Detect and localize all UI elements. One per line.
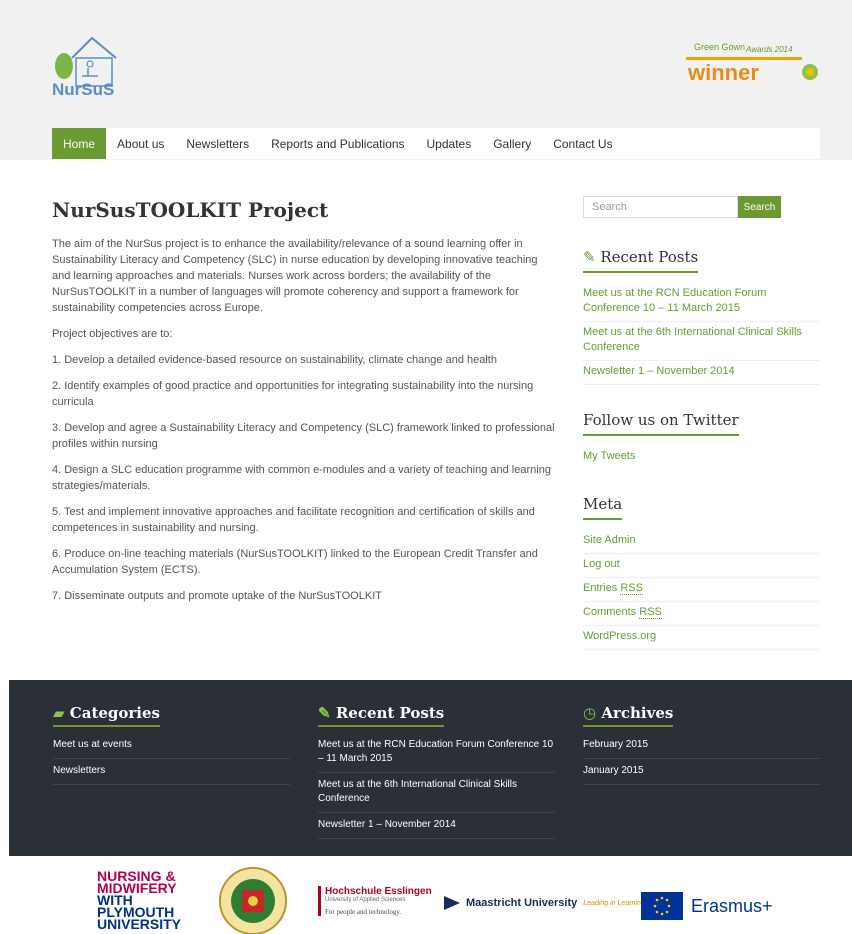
folder-icon: ▰ [53, 704, 65, 722]
nav-contact-us[interactable]: Contact Us [542, 128, 623, 159]
site-admin-link[interactable]: Site Admin [583, 530, 820, 554]
my-tweets-link[interactable]: My Tweets [583, 446, 820, 469]
sidebar: Search Search ✎ Recent Posts Meet us at … [583, 196, 820, 676]
rss-abbr: RSS [639, 606, 662, 619]
plymouth-logo[interactable]: NURSING & MIDWIFERY WITH PLYMOUTH UNIVER… [97, 869, 182, 932]
nav-gallery[interactable]: Gallery [482, 128, 542, 159]
objectives-intro: Project objectives are to: [52, 328, 173, 340]
categories-label: Categories [69, 704, 160, 722]
clock-icon: ◷ [583, 704, 597, 722]
erasmus-label: Erasmus+ [691, 895, 773, 916]
footer-recent-title: ✎ Recent Posts [318, 704, 445, 727]
log-out-link[interactable]: Log out [583, 554, 820, 578]
entries-label: Entries [583, 582, 618, 594]
pencil-icon: ✎ [583, 248, 596, 266]
maastricht-name: Maastricht University [466, 897, 578, 909]
objective-6: 6. Produce on-line teaching materials (N… [52, 548, 538, 576]
partner-logos: NURSING & MIDWIFERY WITH PLYMOUTH UNIVER… [0, 860, 852, 934]
entries-rss-link[interactable]: Entries RSS [583, 578, 820, 602]
comments-label: Comments [583, 606, 637, 618]
objective-4: 4. Design a SLC education programme with… [52, 464, 551, 492]
nav-home[interactable]: Home [52, 128, 107, 159]
maastricht-logo[interactable]: Maastricht University Leading in Learnin… [444, 896, 647, 910]
objective-3: 3. Develop and agree a Sustainability Li… [52, 422, 555, 450]
recent-post-link[interactable]: Newsletter 1 – November 2014 [583, 361, 820, 385]
recent-posts-label: Recent Posts [600, 248, 699, 266]
archives-label: Archives [601, 704, 674, 722]
twitter-title: Follow us on Twitter [583, 411, 739, 436]
meta-list: Site Admin Log out Entries RSS Comments … [583, 530, 820, 650]
recent-post-link[interactable]: Meet us at the 6th International Clinica… [583, 322, 820, 361]
main-nav: Home About us Newsletters Reports and Pu… [52, 128, 820, 159]
eu-flag-icon [641, 892, 683, 920]
twitter-list: My Tweets [583, 446, 820, 469]
archive-link[interactable]: February 2015 [583, 737, 820, 759]
award-word: winner [687, 60, 759, 85]
footer-recent-link[interactable]: Meet us at the 6th International Clinica… [318, 777, 555, 813]
footer-recent-list: Meet us at the RCN Education Forum Confe… [318, 737, 555, 839]
footer-recent-posts: ✎ Recent Posts Meet us at the RCN Educat… [318, 704, 555, 843]
university-seal-logo[interactable] [218, 866, 288, 934]
esslingen-tag: For people and technology. [325, 908, 402, 916]
categories-list: Meet us at events Newsletters [53, 737, 290, 785]
recent-posts-title: ✎ Recent Posts [583, 248, 699, 273]
nav-reports-publications[interactable]: Reports and Publications [260, 128, 415, 159]
search-button[interactable]: Search [738, 196, 781, 218]
meta-title: Meta [583, 495, 623, 520]
archives-list: February 2015 January 2015 [583, 737, 820, 785]
site-header: NurSuS Green Gown Awards 2014 winner Hom… [0, 0, 852, 160]
archives-title: ◷ Archives [583, 704, 674, 727]
nav-newsletters[interactable]: Newsletters [175, 128, 260, 159]
erasmus-logo[interactable]: Erasmus+ [641, 892, 773, 920]
objective-2: 2. Identify examples of good practice an… [52, 380, 534, 408]
recent-post-link[interactable]: Meet us at the RCN Education Forum Confe… [583, 283, 820, 322]
categories-title: ▰ Categories [53, 704, 160, 727]
green-gown-award-badge: Green Gown Awards 2014 winner [686, 42, 818, 85]
footer-recent-link[interactable]: Newsletter 1 – November 2014 [318, 817, 555, 839]
category-link[interactable]: Meet us at events [53, 737, 290, 759]
pencil-icon: ✎ [318, 704, 331, 722]
main-content: NurSusTOOLKIT Project The aim of the Nur… [52, 198, 557, 614]
archive-link[interactable]: January 2015 [583, 763, 820, 785]
nav-about-us[interactable]: About us [106, 128, 175, 159]
category-link[interactable]: Newsletters [53, 763, 290, 785]
recent-posts-list: Meet us at the RCN Education Forum Confe… [583, 283, 820, 385]
esslingen-name: Hochschule Esslingen [325, 886, 432, 897]
comments-rss-link[interactable]: Comments RSS [583, 602, 820, 626]
objective-1: 1. Develop a detailed evidence-based res… [52, 354, 497, 366]
maastricht-tag: Leading in Learning! [583, 899, 647, 907]
search-form: Search Search [583, 196, 820, 218]
search-input[interactable]: Search [583, 196, 738, 218]
maastricht-mark-icon [444, 896, 460, 910]
nav-updates[interactable]: Updates [416, 128, 483, 159]
site-footer: ▰ Categories Meet us at events Newslette… [9, 680, 852, 856]
footer-recent-label: Recent Posts [335, 704, 445, 722]
page-title: NurSusTOOLKIT Project [52, 198, 329, 222]
plymouth-line: UNIVERSITY [97, 916, 182, 932]
footer-archives: ◷ Archives February 2015 January 2015 [583, 704, 820, 789]
esslingen-sub: University of Applied Sciences [325, 897, 406, 903]
footer-categories: ▰ Categories Meet us at events Newslette… [53, 704, 290, 789]
award-line1: Green Gown [694, 42, 745, 52]
objective-7: 7. Disseminate outputs and promote uptak… [52, 590, 382, 602]
wordpress-link[interactable]: WordPress.org [583, 626, 820, 650]
esslingen-logo[interactable]: Hochschule Esslingen University of Appli… [318, 886, 432, 916]
rss-abbr: RSS [620, 582, 643, 595]
logo-text[interactable]: NurSuS [52, 80, 114, 100]
objective-5: 5. Test and implement innovative approac… [52, 506, 535, 534]
intro-paragraph: The aim of the NurSus project is to enha… [52, 238, 538, 314]
award-line2: Awards 2014 [745, 45, 793, 54]
footer-recent-link[interactable]: Meet us at the RCN Education Forum Confe… [318, 737, 555, 773]
